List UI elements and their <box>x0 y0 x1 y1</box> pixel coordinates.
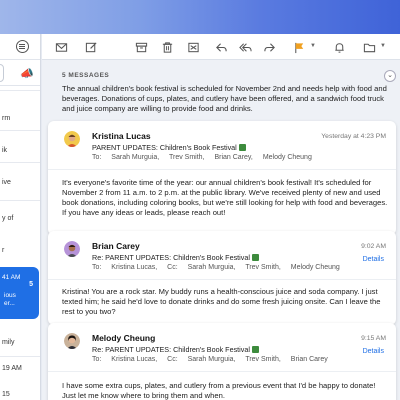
sender-name: Kristina Lucas <box>92 131 151 141</box>
title-bar <box>0 0 400 34</box>
sender-name: Melody Cheung <box>92 333 156 343</box>
junk-icon[interactable] <box>186 40 200 54</box>
filter-icon[interactable] <box>16 40 29 53</box>
list-item-count: 5 <box>29 281 33 288</box>
details-link[interactable]: Details <box>363 256 384 263</box>
message-toolbar: ▼ ▼ <box>42 34 400 60</box>
list-item[interactable]: rm <box>0 114 40 123</box>
list-toolbar <box>0 34 40 60</box>
list-item[interactable]: 15 <box>0 390 40 399</box>
message-subject: Re: PARENT UPDATES: Children's Book Fest… <box>92 253 259 262</box>
compose-icon[interactable] <box>84 40 98 54</box>
chevron-down-icon[interactable]: ▼ <box>380 43 386 49</box>
avatar <box>64 241 80 257</box>
recipients: To: Kristina Lucas, Cc: Sarah Murguia, T… <box>92 264 340 271</box>
list-item-preview: ious er... <box>4 292 16 307</box>
book-icon <box>251 254 259 261</box>
message-subject: Re: PARENT UPDATES: Children's Book Fest… <box>92 345 259 354</box>
folder-icon[interactable] <box>362 40 376 54</box>
chevron-down-icon[interactable]: ▼ <box>310 43 316 49</box>
message-card[interactable]: Kristina Lucas PARENT UPDATES: Children'… <box>48 121 396 235</box>
message-card[interactable]: Brian Carey Re: PARENT UPDATES: Children… <box>48 231 396 325</box>
message-subject: PARENT UPDATES: Children's Book Festival <box>92 143 246 152</box>
divider <box>0 356 40 357</box>
thread-summary: The annual children's book festival is s… <box>62 84 387 113</box>
list-item-time: 41 AM <box>2 274 21 281</box>
book-icon <box>238 144 246 151</box>
message-body: It's everyone's favorite time of the yea… <box>62 178 388 217</box>
list-search-row: 📣 <box>0 60 40 86</box>
reply-all-icon[interactable] <box>238 40 252 54</box>
reading-pane: ▼ ▼ 5 MESSAGES ⌄ The annual children's b… <box>42 34 400 400</box>
message-card[interactable]: Melody Cheung Re: PARENT UPDATES: Childr… <box>48 323 396 400</box>
list-item[interactable]: ive <box>0 178 40 187</box>
search-input[interactable] <box>0 64 4 82</box>
divider <box>0 130 40 131</box>
sender-name: Brian Carey <box>92 241 140 251</box>
divider <box>48 169 396 170</box>
archive-icon[interactable] <box>134 40 148 54</box>
recipients: To: Kristina Lucas, Cc: Sarah Murguia, T… <box>92 356 328 363</box>
reply-icon[interactable] <box>214 40 228 54</box>
avatar <box>64 333 80 349</box>
book-icon <box>251 346 259 353</box>
forward-icon[interactable] <box>262 40 276 54</box>
trash-icon[interactable] <box>160 40 174 54</box>
list-item[interactable]: mily <box>0 338 40 347</box>
divider <box>0 162 40 163</box>
message-timestamp: 9:02 AM <box>361 243 386 250</box>
divider <box>0 200 40 201</box>
collapse-button[interactable]: ⌄ <box>384 70 396 82</box>
message-timestamp: 9:15 AM <box>361 335 386 342</box>
list-item-selected[interactable]: 41 AM 5 ious er... <box>0 267 39 319</box>
message-timestamp: Yesterday at 4:23 PM <box>321 133 386 140</box>
message-list-pane: 📣 rm ik ive y of r 41 AM 5 ious er... mil… <box>0 34 41 400</box>
mail-icon[interactable] <box>54 40 68 54</box>
list-item[interactable]: ik <box>0 146 40 155</box>
megaphone-icon[interactable]: 📣 <box>20 67 34 80</box>
message-count: 5 MESSAGES <box>62 72 110 79</box>
divider <box>0 90 40 91</box>
details-link[interactable]: Details <box>363 348 384 355</box>
avatar <box>64 131 80 147</box>
recipients: To: Sarah Murguia, Trev Smith, Brian Car… <box>92 154 312 161</box>
list-item[interactable]: y of <box>0 214 40 223</box>
list-item[interactable]: r <box>0 246 40 255</box>
message-body: I have some extra cups, plates, and cutl… <box>62 381 376 400</box>
divider <box>48 371 396 372</box>
divider <box>48 279 396 280</box>
bell-icon[interactable] <box>332 40 346 54</box>
message-body: Kristina! You are a rock star. My buddy … <box>62 287 381 316</box>
list-item[interactable]: 19 AM <box>0 364 40 373</box>
flag-icon[interactable] <box>292 40 306 54</box>
